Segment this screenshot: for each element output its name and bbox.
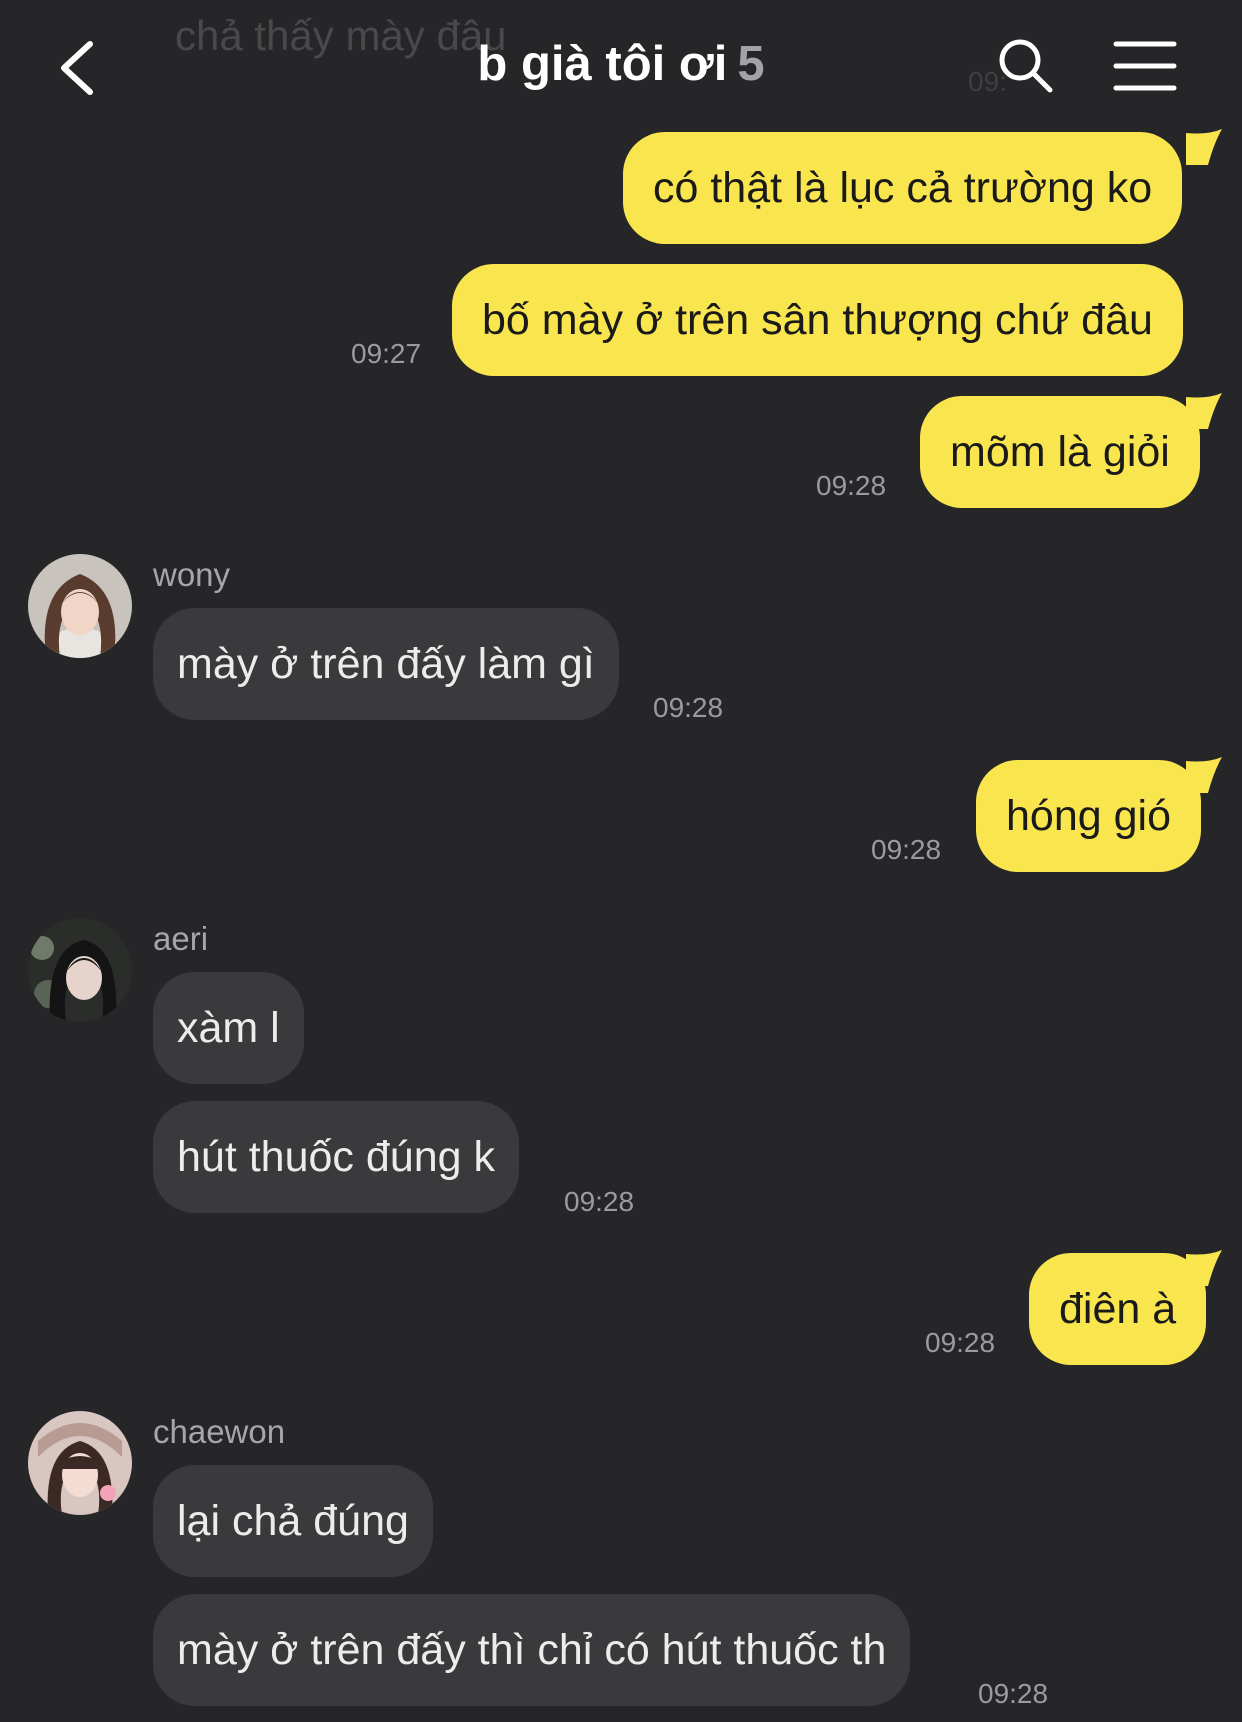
outgoing-message-bubble[interactable]: điên à — [1029, 1253, 1207, 1365]
sender-name: aeri — [153, 920, 209, 957]
message-timestamp: 09:28 — [871, 834, 942, 865]
bubble-tail — [1186, 129, 1222, 165]
outgoing-message-bubble[interactable]: có thật là lục cả trường ko — [623, 132, 1183, 244]
avatar[interactable] — [28, 1411, 132, 1515]
avatar-image — [28, 554, 132, 658]
message-timestamp: 09:28 — [978, 1678, 1049, 1709]
outgoing-message-bubble[interactable]: mõm là giỏi — [920, 396, 1200, 508]
incoming-message-bubble[interactable]: xàm l — [153, 972, 304, 1084]
sender-name: wony — [153, 556, 231, 593]
incoming-message-bubble[interactable]: mày ở trên đấy làm gì — [153, 608, 619, 720]
hamburger-menu-icon — [1113, 41, 1177, 91]
chat-header: b già tôi ơi 5 — [0, 0, 1242, 130]
message-timestamp: 09:28 — [816, 470, 887, 501]
avatar-image — [28, 918, 132, 1022]
member-count: 5 — [737, 37, 765, 91]
outgoing-message-bubble[interactable]: bố mày ở trên sân thượng chứ đâu — [452, 264, 1183, 376]
bubble-tail — [1186, 757, 1222, 793]
outgoing-message-bubble[interactable]: hóng gió — [976, 760, 1201, 872]
sender-name: chaewon — [153, 1413, 286, 1450]
avatar[interactable] — [28, 918, 132, 1022]
bubble-tail — [1186, 393, 1222, 429]
incoming-message-bubble[interactable]: mày ở trên đấy thì chỉ có hút thuốc th — [153, 1594, 911, 1706]
bubble-tail — [1186, 1250, 1222, 1286]
search-icon — [999, 39, 1053, 93]
search-button[interactable] — [996, 36, 1056, 96]
incoming-message-bubble[interactable]: lại chả đúng — [153, 1465, 433, 1577]
avatar[interactable] — [28, 554, 132, 658]
chat-room-name: b già tôi ơi — [477, 37, 728, 91]
menu-button[interactable] — [1112, 38, 1178, 94]
message-timestamp: 09:28 — [564, 1186, 635, 1217]
message-timestamp: 09:27 — [351, 338, 422, 369]
incoming-message-bubble[interactable]: hút thuốc đúng k — [153, 1101, 519, 1213]
message-timestamp: 09:28 — [653, 692, 724, 723]
message-timestamp: 09:28 — [925, 1327, 996, 1358]
avatar-image — [28, 1411, 132, 1515]
